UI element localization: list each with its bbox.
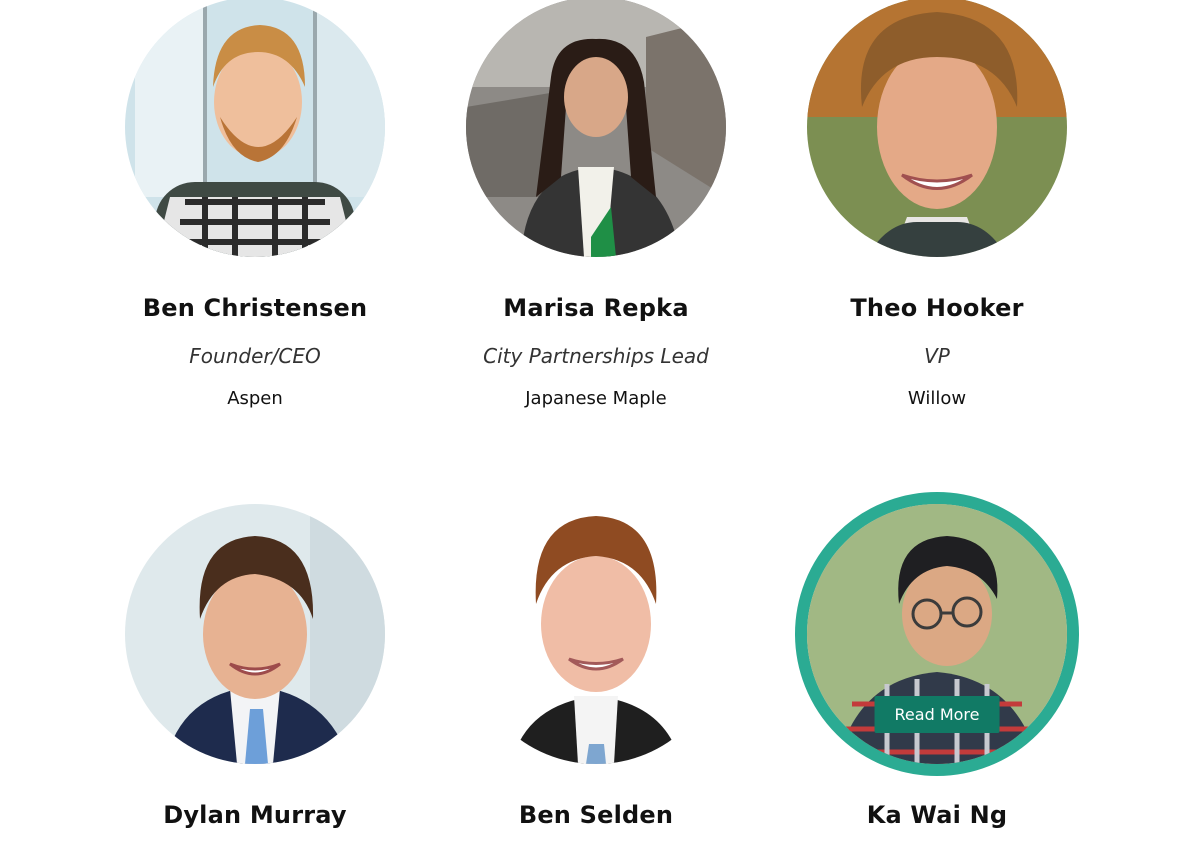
member-name: Marisa Repka xyxy=(503,294,689,322)
member-name: Ben Christensen xyxy=(142,294,368,322)
team-grid: Ben Christensen Founder/CEO Aspen Marisa… xyxy=(0,0,1191,843)
person-photo-icon xyxy=(466,504,726,764)
member-name: Dylan Murray xyxy=(163,801,347,829)
team-member-card[interactable]: Marisa Repka City Partnerships Lead Japa… xyxy=(426,0,766,409)
member-tree: Japanese Maple xyxy=(525,388,667,409)
member-tree: Willow xyxy=(907,388,967,409)
avatar[interactable] xyxy=(125,504,385,764)
team-member-card[interactable]: Dylan Murray xyxy=(85,504,425,829)
member-tree: Aspen xyxy=(227,388,283,409)
avatar[interactable] xyxy=(466,0,726,257)
member-name: Ben Selden xyxy=(518,801,674,829)
person-photo-icon xyxy=(125,0,385,257)
avatar[interactable]: Read More xyxy=(795,492,1079,776)
person-photo-icon xyxy=(466,0,726,257)
member-role: Founder/CEO xyxy=(189,344,321,368)
member-name: Ka Wai Ng xyxy=(866,801,1008,829)
member-name: Theo Hooker xyxy=(850,294,1024,322)
team-member-card[interactable]: Theo Hooker VP Willow xyxy=(767,0,1107,409)
member-role: City Partnerships Lead xyxy=(483,344,709,368)
team-member-card[interactable]: Ben Selden xyxy=(426,504,766,829)
read-more-button[interactable]: Read More xyxy=(874,696,1000,733)
team-member-card[interactable]: Read More Ka Wai Ng xyxy=(767,492,1107,829)
member-role: VP xyxy=(924,344,950,368)
team-member-card[interactable]: Ben Christensen Founder/CEO Aspen xyxy=(85,0,425,409)
person-photo-icon xyxy=(125,504,385,764)
avatar[interactable] xyxy=(807,0,1067,257)
person-photo-icon xyxy=(807,0,1067,257)
avatar[interactable] xyxy=(466,504,726,764)
avatar[interactable] xyxy=(125,0,385,257)
